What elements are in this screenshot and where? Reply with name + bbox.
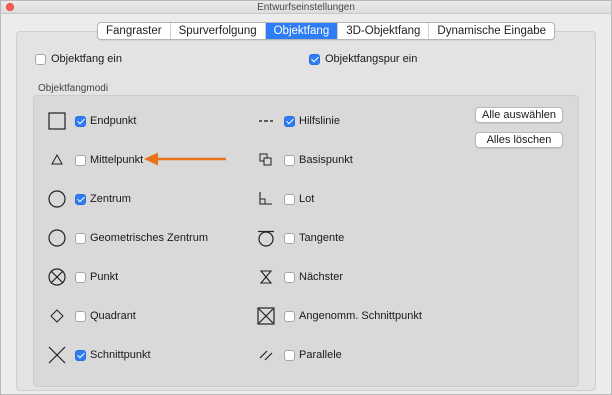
endpunkt-label: Endpunkt	[90, 115, 137, 127]
angenomm-schnittpunkt-label: Angenomm. Schnittpunkt	[299, 310, 422, 322]
tangente-label: Tangente	[299, 232, 345, 244]
punkt-label: Punkt	[90, 271, 119, 283]
boxed-x-icon	[256, 306, 276, 326]
mode-lot[interactable]: Lot	[256, 190, 314, 208]
mode-punkt[interactable]: Punkt	[47, 268, 118, 286]
parallel-lines-icon	[256, 345, 276, 365]
clear-all-button[interactable]: Alles löschen	[475, 132, 563, 148]
quadrant-checkbox[interactable]	[75, 310, 86, 322]
schnittpunkt-label: Schnittpunkt	[90, 349, 151, 361]
mode-hilfslinie[interactable]: Hilfslinie	[256, 112, 340, 130]
tab-bar: Fangraster Spurverfolgung Objektfang 3D-…	[97, 22, 556, 40]
dashed-line-icon	[256, 111, 276, 131]
objektfangspur-ein-checkbox[interactable]	[309, 53, 320, 65]
perpendicular-icon	[256, 189, 276, 209]
naechster-checkbox[interactable]	[284, 271, 295, 283]
objektfangspur-ein-option[interactable]: Objektfangspur ein	[309, 53, 417, 65]
circle-icon	[47, 189, 67, 209]
mode-naechster[interactable]: Nächster	[256, 268, 343, 286]
tab-dynamische-eingabe[interactable]: Dynamische Eingabe	[429, 23, 554, 39]
annotation-arrow-icon	[144, 152, 226, 166]
mode-mittelpunkt[interactable]: Mittelpunkt	[47, 151, 143, 169]
mode-parallele[interactable]: Parallele	[256, 346, 342, 364]
mittelpunkt-label: Mittelpunkt	[90, 154, 144, 166]
hilfslinie-label: Hilfslinie	[299, 115, 340, 127]
title-bar: Entwurfseinstellungen	[1, 1, 611, 14]
lot-checkbox[interactable]	[284, 193, 295, 205]
objektfang-ein-option[interactable]: Objektfang ein	[35, 53, 122, 65]
quadrant-label: Quadrant	[90, 310, 136, 322]
naechster-label: Nächster	[299, 271, 344, 283]
hilfslinie-checkbox[interactable]	[284, 115, 295, 127]
zentrum-checkbox[interactable]	[75, 193, 86, 205]
tab-fangraster[interactable]: Fangraster	[98, 23, 171, 39]
geometrisches-zentrum-label: Geometrisches Zentrum	[90, 232, 208, 244]
mode-tangente[interactable]: Tangente	[256, 229, 344, 247]
crossed-circle-icon	[47, 267, 67, 287]
mode-zentrum[interactable]: Zentrum	[47, 190, 131, 208]
settings-window: Entwurfseinstellungen Fangraster Spurver…	[0, 0, 612, 395]
punkt-checkbox[interactable]	[75, 271, 86, 283]
tangente-checkbox[interactable]	[284, 232, 295, 244]
endpunkt-checkbox[interactable]	[75, 115, 86, 127]
mode-angenomm-schnittpunkt[interactable]: Angenomm. Schnittpunkt	[256, 307, 422, 325]
zentrum-label: Zentrum	[90, 193, 131, 205]
objektfang-ein-label: Objektfang ein	[51, 53, 122, 65]
parallele-label: Parallele	[299, 349, 342, 361]
mode-geometrisches-zentrum[interactable]: Geometrisches Zentrum	[47, 229, 208, 247]
tab-objektfang[interactable]: Objektfang	[265, 23, 339, 39]
circle-icon	[47, 228, 67, 248]
schnittpunkt-checkbox[interactable]	[75, 349, 86, 361]
mode-quadrant[interactable]: Quadrant	[47, 307, 136, 325]
mittelpunkt-checkbox[interactable]	[75, 154, 86, 166]
tab-3d-objektfang[interactable]: 3D-Objektfang	[338, 23, 430, 39]
mode-basispunkt[interactable]: Basispunkt	[256, 151, 353, 169]
triangle-icon	[47, 150, 67, 170]
lot-label: Lot	[299, 193, 315, 205]
x-icon	[47, 345, 67, 365]
tangent-circle-icon	[256, 228, 276, 248]
objektfangspur-ein-label: Objektfangspur ein	[325, 53, 418, 65]
square-icon	[47, 111, 67, 131]
parallele-checkbox[interactable]	[284, 349, 295, 361]
overlapping-squares-icon	[256, 150, 276, 170]
diamond-icon	[47, 306, 67, 326]
hourglass-icon	[256, 267, 276, 287]
mode-schnittpunkt[interactable]: Schnittpunkt	[47, 346, 151, 364]
objektfang-ein-checkbox[interactable]	[35, 53, 46, 65]
tab-spurverfolgung[interactable]: Spurverfolgung	[171, 23, 266, 39]
basispunkt-checkbox[interactable]	[284, 154, 295, 166]
angenomm-schnittpunkt-checkbox[interactable]	[284, 310, 295, 322]
select-all-button[interactable]: Alle auswählen	[475, 107, 563, 123]
objektfangmodi-heading: Objektfangmodi	[38, 83, 109, 94]
mode-endpunkt[interactable]: Endpunkt	[47, 112, 136, 130]
basispunkt-label: Basispunkt	[299, 154, 353, 166]
geometrisches-zentrum-checkbox[interactable]	[75, 232, 86, 244]
window-title: Entwurfseinstellungen	[257, 2, 355, 13]
